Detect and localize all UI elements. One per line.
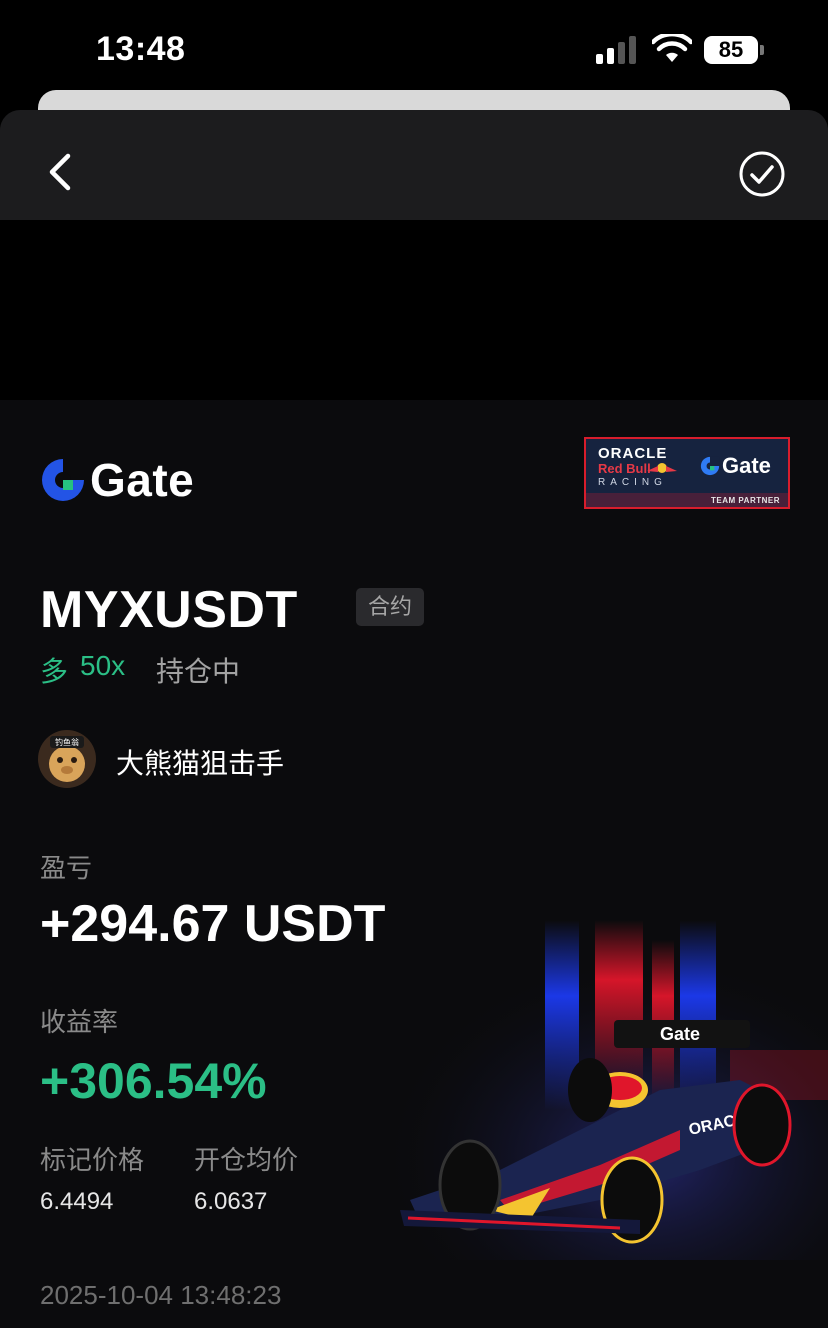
entry-price-value: 6.0637 xyxy=(194,1188,268,1215)
position-status: 持仓中 xyxy=(156,656,241,687)
back-button[interactable] xyxy=(40,150,84,194)
contract-tag: 合约 xyxy=(356,588,424,626)
gate-logo: Gate xyxy=(40,454,195,506)
red-bull-icon xyxy=(647,463,677,473)
entry-price-label: 开仓均价 xyxy=(194,1145,299,1175)
username: 大熊猫狙击手 xyxy=(116,748,285,779)
preview-gap xyxy=(0,220,828,400)
pnl-value: +294.67 USDT xyxy=(40,895,386,953)
leverage: 50x xyxy=(80,650,126,681)
partner-gate-logo: Gate xyxy=(700,453,771,479)
partner-caption: TEAM PARTNER xyxy=(711,496,780,505)
panda-avatar-image: 钓鱼翁 xyxy=(38,730,96,788)
battery-level: 85 xyxy=(704,36,758,64)
car-wing-text: Gate xyxy=(660,1024,700,1044)
partner-brand: Gate xyxy=(722,453,771,478)
roi-label: 收益率 xyxy=(40,1007,119,1037)
status-bar: 13:48 85 xyxy=(0,0,828,92)
partner-line3: RACING xyxy=(598,477,667,488)
battery-indicator: 85 xyxy=(704,36,764,64)
gate-mini-icon xyxy=(700,456,720,476)
status-time: 13:48 xyxy=(96,30,186,68)
wifi-icon xyxy=(652,34,692,62)
avatar-badge: 钓鱼翁 xyxy=(55,737,79,747)
mark-price-value: 6.4494 xyxy=(40,1188,114,1215)
mark-price-label: 标记价格 xyxy=(40,1145,145,1175)
avatar: 钓鱼翁 xyxy=(38,730,96,788)
nav-bar xyxy=(0,110,828,220)
signal-icon xyxy=(596,36,636,64)
gate-logo-text: Gate xyxy=(90,454,195,506)
partner-badge: ORACLE Red Bull RACING Gate TEAM PARTNER xyxy=(584,437,790,509)
trading-pair: MYXUSDT xyxy=(40,581,298,639)
roi-value: +306.54% xyxy=(40,1053,267,1109)
partner-line2: Red Bull xyxy=(598,461,651,476)
battery-nub xyxy=(760,45,764,55)
position-direction: 多 xyxy=(40,656,69,687)
done-check-button[interactable] xyxy=(738,150,786,198)
gate-logo-icon xyxy=(42,459,84,501)
pnl-label: 盈亏 xyxy=(40,853,93,883)
f1-car-illustration: Gate ORACLE xyxy=(380,920,828,1260)
share-card: Gate ORACLE Red Bull RACING Gate TEAM PA… xyxy=(0,400,828,1328)
partner-line1: ORACLE xyxy=(598,445,668,462)
timestamp: 2025-10-04 13:48:23 xyxy=(40,1280,282,1310)
